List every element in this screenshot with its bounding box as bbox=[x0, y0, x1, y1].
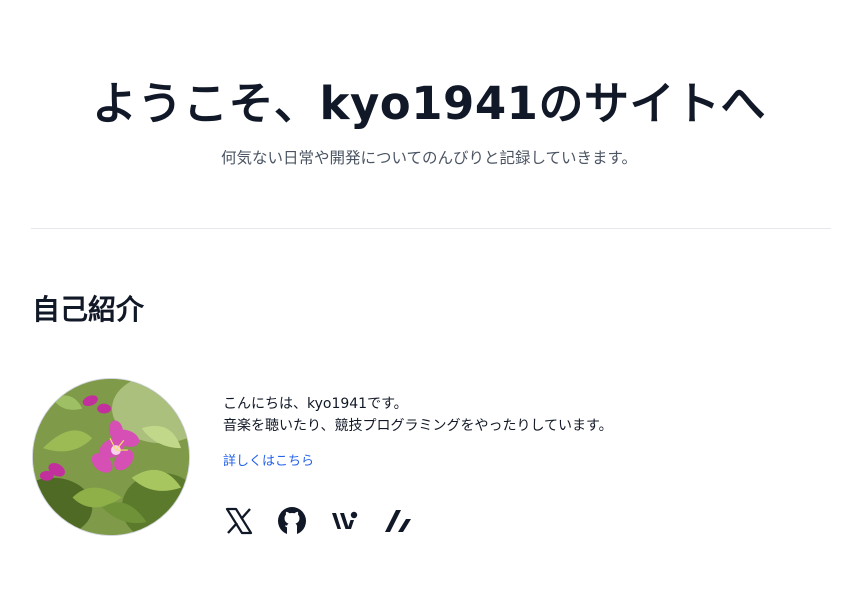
wantedly-icon bbox=[332, 511, 358, 529]
github-link[interactable] bbox=[276, 505, 308, 537]
page: ようこそ、kyo1941のサイトへ 何気ない日常や開発についてのんびりと記録して… bbox=[0, 0, 858, 595]
avatar-image bbox=[33, 379, 189, 535]
wantedly-link[interactable] bbox=[329, 505, 361, 537]
more-details-link[interactable]: 詳しくはこちら bbox=[223, 452, 314, 472]
about-heading: 自己紹介 bbox=[32, 293, 145, 326]
zenn-icon bbox=[385, 510, 411, 532]
hero-title: ようこそ、kyo1941のサイトへ bbox=[92, 77, 766, 130]
hero-subtitle: 何気ない日常や開発についてのんびりと記録していきます。 bbox=[220, 149, 638, 167]
avatar bbox=[32, 378, 190, 536]
social-links bbox=[223, 505, 435, 537]
bio-line-hobbies: 音楽を聴いたり、競技プログラミングをやったりしています。 bbox=[223, 418, 613, 434]
zenn-link[interactable] bbox=[382, 505, 414, 537]
bio-line-greeting: こんにちは、kyo1941です。 bbox=[223, 396, 408, 412]
x-icon bbox=[225, 507, 253, 535]
section-divider bbox=[31, 228, 831, 229]
bio: こんにちは、kyo1941です。 音楽を聴いたり、競技プログラミングをやったりし… bbox=[223, 393, 823, 472]
github-icon bbox=[278, 507, 306, 536]
x-link[interactable] bbox=[223, 505, 255, 537]
